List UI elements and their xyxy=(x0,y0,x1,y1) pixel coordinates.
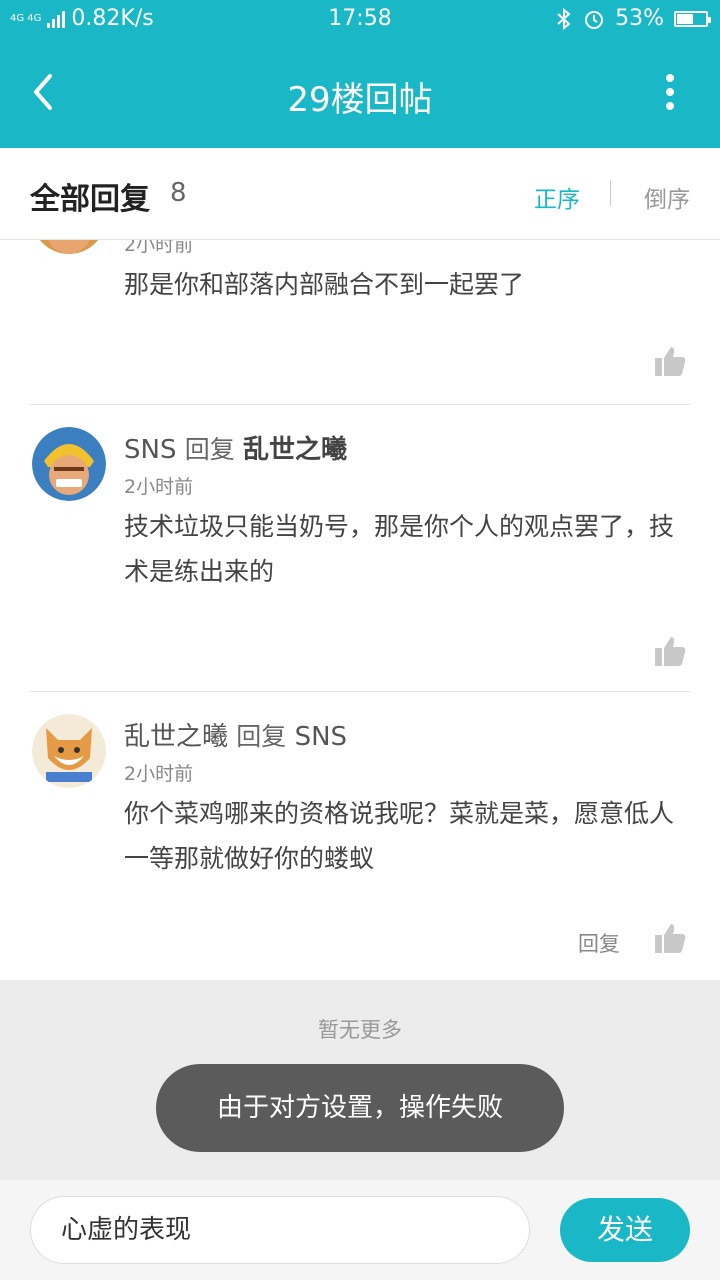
list-footer: 暂无更多 由于对方设置，操作失败 xyxy=(0,980,720,1180)
avatar[interactable] xyxy=(32,714,106,788)
reply-input[interactable]: 心虚的表现 xyxy=(30,1196,530,1264)
like-button[interactable] xyxy=(654,635,686,667)
no-more-text: 暂无更多 xyxy=(318,1018,402,1042)
battery-fill xyxy=(677,13,693,24)
list-item: SNS 回复 乱世之曦 2小时前 技术垃圾只能当奶号，那是你个人的观点罢了，技术… xyxy=(30,405,690,692)
replies-count: 8 xyxy=(170,178,187,208)
more-vertical-icon xyxy=(666,74,674,82)
reply-time: 2小时前 xyxy=(124,240,194,256)
reply-target[interactable]: 乱世之曦 xyxy=(243,435,347,465)
avatar[interactable] xyxy=(32,240,106,254)
reply-verb: 回复 xyxy=(236,722,287,751)
back-button[interactable] xyxy=(18,64,74,120)
list-item: 2小时前 那是你和部落内部融合不到一起罢了 xyxy=(30,240,690,405)
chevron-left-icon xyxy=(34,74,52,110)
status-right: 53% xyxy=(555,6,711,31)
alarm-icon xyxy=(585,10,604,29)
thumbs-up-icon xyxy=(655,637,686,666)
thumbs-up-icon xyxy=(655,924,686,953)
reply-header: 乱世之曦 回复 SNS xyxy=(124,716,347,753)
reply-text: 那是你和部落内部融合不到一起罢了 xyxy=(124,270,525,299)
battery-percent: 53% xyxy=(615,6,664,31)
sort-ascending-button[interactable]: 正序 xyxy=(534,180,580,214)
reply-verb: 回复 xyxy=(184,435,235,464)
toast-message: 由于对方设置，操作失败 xyxy=(156,1064,564,1152)
send-button[interactable]: 发送 xyxy=(560,1198,690,1262)
reply-list[interactable]: 2小时前 那是你和部落内部融合不到一起罢了 SNS 回复 乱世之曦 2小时前 技… xyxy=(0,240,720,980)
like-button[interactable] xyxy=(654,922,686,954)
like-button[interactable] xyxy=(654,345,686,377)
reply-time: 2小时前 xyxy=(124,476,194,498)
sort-descending-button[interactable]: 倒序 xyxy=(644,180,690,214)
nav-bar: 29楼回帖 xyxy=(0,38,720,148)
thumbs-up-icon xyxy=(655,347,686,376)
reply-time: 2小时前 xyxy=(124,763,194,785)
replies-header: 全部回复 8 正序 倒序 xyxy=(0,148,720,240)
page-title: 29楼回帖 xyxy=(287,80,433,120)
avatar[interactable] xyxy=(32,427,106,501)
status-bar: 4G 4G 0.82K/s 17:58 53% xyxy=(0,0,720,38)
reply-header: SNS 回复 乱世之曦 xyxy=(124,429,347,466)
top-app-bar: 4G 4G 0.82K/s 17:58 53% 29楼回帖 xyxy=(0,0,720,148)
reply-author[interactable]: SNS xyxy=(124,435,176,465)
reply-text: 你个菜鸡哪来的资格说我呢？菜就是菜，愿意低人一等那就做好你的蝼蚁 xyxy=(124,799,675,873)
reply-text: 技术垃圾只能当奶号，那是你个人的观点罢了，技术是练出来的 xyxy=(124,512,675,586)
battery-icon xyxy=(674,10,711,27)
more-options-button[interactable] xyxy=(650,64,690,120)
reply-button[interactable]: 回复 xyxy=(578,928,620,958)
reply-author[interactable]: 乱世之曦 xyxy=(124,722,228,752)
reply-input-bar: 心虚的表现 发送 xyxy=(0,1180,720,1280)
replies-title: 全部回复 xyxy=(30,182,150,217)
bluetooth-icon xyxy=(557,7,571,30)
sort-divider xyxy=(610,180,611,206)
reply-target[interactable]: SNS xyxy=(295,722,347,752)
list-item: 乱世之曦 回复 SNS 2小时前 你个菜鸡哪来的资格说我呢？菜就是菜，愿意低人一… xyxy=(30,692,690,979)
